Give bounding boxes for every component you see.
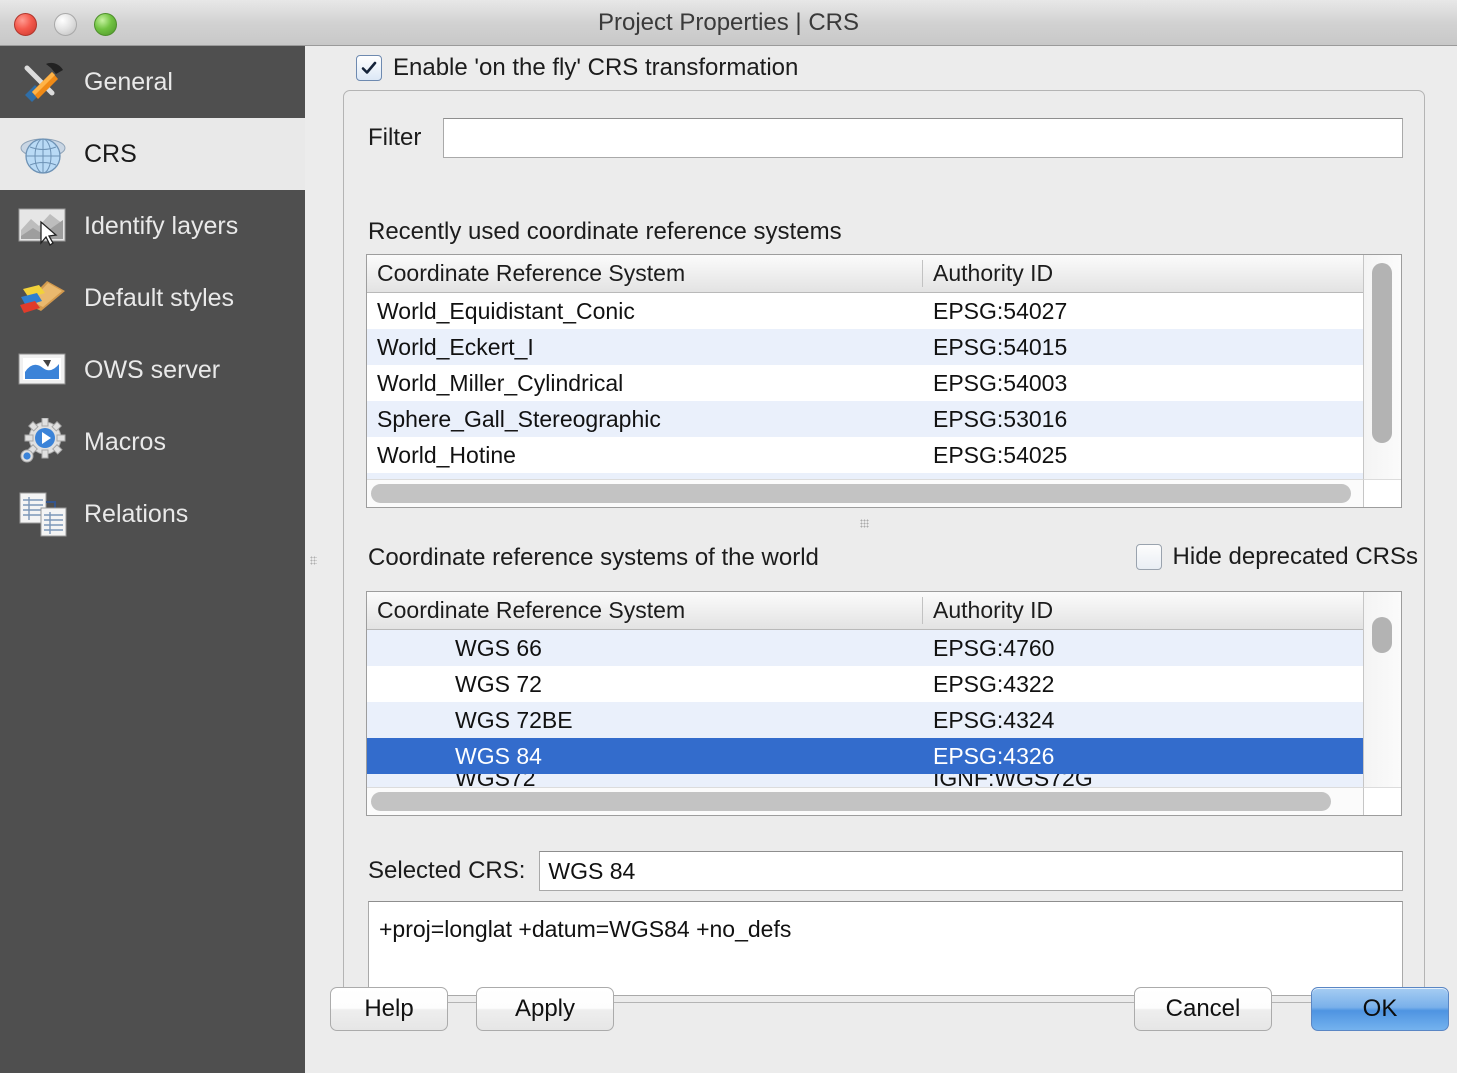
- identify-icon: [14, 200, 72, 252]
- cell-authority: EPSG:54025: [933, 441, 1068, 468]
- world-crs-label: Coordinate reference systems of the worl…: [368, 544, 819, 571]
- tables-splitter[interactable]: [366, 511, 1402, 537]
- ok-button[interactable]: OK: [1311, 987, 1449, 1031]
- relations-icon: [14, 488, 72, 540]
- table-row[interactable]: Sphere_Gall_Stereographic EPSG:53016: [367, 401, 1401, 437]
- help-button[interactable]: Help: [330, 987, 448, 1031]
- apply-button[interactable]: Apply: [476, 987, 614, 1031]
- scrollbar-thumb[interactable]: [371, 484, 1351, 503]
- table-header-row: Coordinate Reference System Authority ID: [367, 255, 1401, 293]
- cell-authority: EPSG:4322: [933, 670, 1055, 697]
- table-row-selected[interactable]: WGS 84 EPSG:4326: [367, 738, 1401, 774]
- splitter-grip-icon: [310, 556, 317, 565]
- world-crs-table[interactable]: Coordinate Reference System Authority ID…: [366, 591, 1402, 816]
- table-row[interactable]: World_Eckert_I EPSG:54015: [367, 329, 1401, 365]
- enable-crs-checkbox[interactable]: [356, 55, 382, 81]
- scrollbar-thumb[interactable]: [1372, 617, 1392, 653]
- cell-crs: WGS 72: [455, 670, 542, 697]
- scrollbar-thumb[interactable]: [371, 792, 1331, 811]
- table-row[interactable]: World_Hotine EPSG:54025: [367, 437, 1401, 473]
- table-body: WGS 66 EPSG:4760 WGS 72 EPSG:4322 WGS 72…: [367, 630, 1401, 796]
- horizontal-scrollbar[interactable]: [367, 479, 1363, 507]
- selected-crs-row: Selected CRS:: [368, 851, 1403, 891]
- scrollbar-corner: [1363, 787, 1401, 815]
- gear-play-icon: [14, 416, 72, 468]
- check-icon: [361, 61, 377, 74]
- cancel-button[interactable]: Cancel: [1134, 987, 1272, 1031]
- cell-crs: World_Hotine: [377, 441, 516, 468]
- splitter-grip-icon: [860, 519, 869, 528]
- crs-settings-pane: Enable 'on the fly' CRS transformation F…: [323, 46, 1457, 1073]
- selected-crs-label: Selected CRS:: [368, 857, 526, 884]
- sidebar-item-crs[interactable]: CRS: [0, 118, 305, 190]
- table-row[interactable]: WGS 66 EPSG:4760: [367, 630, 1401, 666]
- dialog-button-bar: Help Apply Cancel OK: [323, 973, 1457, 1073]
- horizontal-scrollbar[interactable]: [367, 787, 1363, 815]
- table-row[interactable]: World_Miller_Cylindrical EPSG:54003: [367, 365, 1401, 401]
- cell-crs: World_Miller_Cylindrical: [377, 369, 624, 396]
- sidebar-item-label: Identify layers: [84, 211, 239, 240]
- cell-crs: World_Eckert_I: [377, 333, 534, 360]
- recently-used-crs-table[interactable]: Coordinate Reference System Authority ID…: [366, 254, 1402, 508]
- filter-label: Filter: [368, 124, 422, 151]
- sidebar-item-macros[interactable]: Macros: [0, 406, 305, 478]
- sidebar-item-label: Relations: [84, 499, 189, 528]
- globe-icon: [14, 128, 72, 180]
- cell-crs: WGS 84: [455, 742, 542, 769]
- sidebar-item-label: General: [84, 67, 173, 96]
- sidebar-item-default-styles[interactable]: Default styles: [0, 262, 305, 334]
- tools-icon: [14, 56, 72, 108]
- cell-authority: EPSG:4760: [933, 634, 1055, 661]
- cell-authority: EPSG:4326: [933, 742, 1055, 769]
- recently-used-label: Recently used coordinate reference syste…: [368, 218, 842, 245]
- sidebar-item-label: Default styles: [84, 283, 235, 312]
- sidebar-item-ows-server[interactable]: OWS server: [0, 334, 305, 406]
- table-row[interactable]: WGS 72BE EPSG:4324: [367, 702, 1401, 738]
- cell-authority: EPSG:53016: [933, 405, 1068, 432]
- hide-deprecated-label: Hide deprecated CRSs: [1172, 543, 1418, 570]
- cell-crs: Sphere_Gall_Stereographic: [377, 405, 661, 432]
- ows-icon: [14, 344, 72, 396]
- cell-authority: EPSG:4324: [933, 706, 1055, 733]
- vertical-scrollbar[interactable]: [1363, 255, 1401, 507]
- scrollbar-corner: [1363, 479, 1401, 507]
- sidebar-item-relations[interactable]: Relations: [0, 478, 305, 550]
- sidebar-item-general[interactable]: General: [0, 46, 305, 118]
- vertical-scrollbar[interactable]: [1363, 592, 1401, 815]
- cell-crs: WGS 66: [455, 634, 542, 661]
- enable-crs-label: Enable 'on the fly' CRS transformation: [393, 54, 799, 81]
- sidebar-item-label: Macros: [84, 427, 166, 456]
- filter-row: Filter: [368, 118, 1403, 158]
- column-header-crs[interactable]: Coordinate Reference System: [367, 260, 923, 287]
- cell-crs: World_Equidistant_Conic: [377, 297, 635, 324]
- table-row[interactable]: WGS 72 EPSG:4322: [367, 666, 1401, 702]
- column-header-authority[interactable]: Authority ID: [923, 260, 1401, 287]
- hide-deprecated-row[interactable]: Hide deprecated CRSs: [1135, 543, 1418, 571]
- cell-authority: EPSG:54003: [933, 369, 1068, 396]
- table-body: World_Equidistant_Conic EPSG:54027 World…: [367, 293, 1401, 482]
- crs-groupbox: Filter Recently used coordinate referenc…: [343, 90, 1425, 1003]
- settings-sidebar: General CRS Identify layers Default styl…: [0, 46, 305, 1073]
- column-header-authority[interactable]: Authority ID: [923, 597, 1401, 624]
- brush-icon: [14, 272, 72, 324]
- sidebar-splitter[interactable]: [305, 46, 323, 1073]
- scrollbar-thumb[interactable]: [1372, 263, 1392, 443]
- cell-authority: EPSG:54027: [933, 297, 1068, 324]
- filter-input[interactable]: [443, 118, 1403, 158]
- window-titlebar: Project Properties | CRS: [0, 0, 1457, 46]
- cell-crs: WGS 72BE: [455, 706, 573, 733]
- sidebar-item-label: OWS server: [84, 355, 221, 384]
- selected-crs-input[interactable]: [539, 851, 1403, 891]
- window-title: Project Properties | CRS: [598, 9, 859, 36]
- hide-deprecated-checkbox[interactable]: [1135, 544, 1162, 570]
- column-header-crs[interactable]: Coordinate Reference System: [367, 597, 923, 624]
- sidebar-item-label: CRS: [84, 139, 137, 168]
- cell-authority: EPSG:54015: [933, 333, 1068, 360]
- table-row[interactable]: World_Equidistant_Conic EPSG:54027: [367, 293, 1401, 329]
- sidebar-item-identify-layers[interactable]: Identify layers: [0, 190, 305, 262]
- table-header-row: Coordinate Reference System Authority ID: [367, 592, 1401, 630]
- enable-crs-transformation-row[interactable]: Enable 'on the fly' CRS transformation: [356, 54, 798, 82]
